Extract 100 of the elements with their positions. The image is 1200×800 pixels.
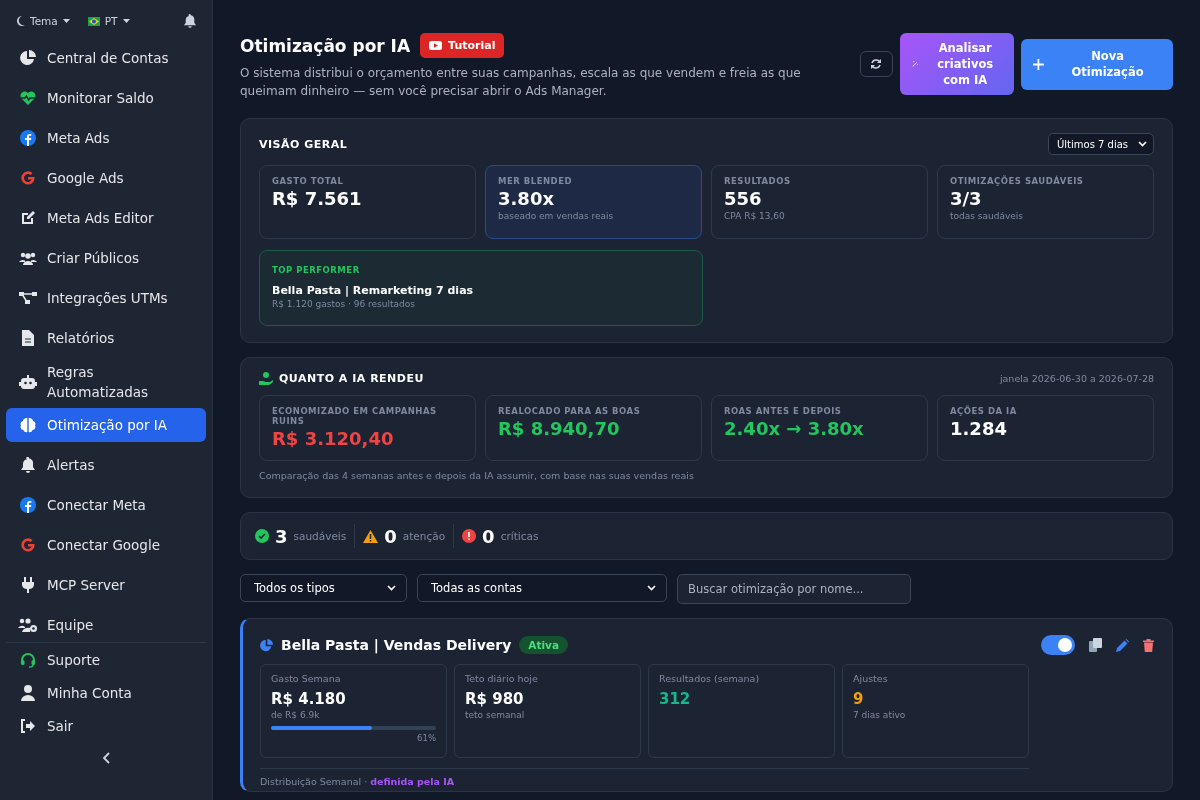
stat-label: GASTO TOTAL xyxy=(272,176,345,186)
metric-value: R$ 980 xyxy=(465,690,525,708)
language-dropdown[interactable]: PT xyxy=(87,15,130,27)
sidebar-item[interactable]: Meta Ads Editor xyxy=(6,198,206,238)
status-badge: Ativa xyxy=(519,636,568,654)
caret-icon xyxy=(62,19,70,23)
stat-value: 2.40x → 3.80x xyxy=(724,418,865,439)
metric-value: 312 xyxy=(659,690,692,708)
sidebar-item[interactable]: Conectar Google xyxy=(6,525,206,565)
stat-label: REALOCADO PARA AS BOAS xyxy=(498,406,642,416)
top-performer-label: TOP PERFORMER xyxy=(272,265,361,275)
sidebar-item[interactable]: Equipe xyxy=(6,605,206,645)
account-filter-select[interactable]: Todas as contas xyxy=(417,574,667,602)
refresh-icon xyxy=(870,58,883,70)
pie-chart-icon xyxy=(260,638,273,652)
theme-dropdown[interactable]: Tema xyxy=(16,15,70,27)
top-performer-name: Bella Pasta | Remarketing 7 dias xyxy=(272,284,475,297)
sidebar-item[interactable]: Regras Automatizadas xyxy=(6,358,206,406)
sidebar-item[interactable]: Central de Contas xyxy=(6,38,206,78)
sidebar-item[interactable]: Monitorar Saldo xyxy=(6,78,206,118)
metric-label: Gasto Semana xyxy=(271,673,342,684)
metric-label: Teto diário hoje xyxy=(465,673,539,684)
check-circle-icon xyxy=(255,529,269,543)
sidebar-item[interactable]: Otimização por IA xyxy=(6,408,206,442)
health-label: saudáveis xyxy=(293,530,347,542)
stat-label: OTIMIZAÇÕES SAUDÁVEIS xyxy=(950,176,1085,186)
health-label: críticas xyxy=(500,530,539,542)
stat-note: todas saudáveis xyxy=(950,211,1024,221)
plus-icon xyxy=(1033,58,1045,70)
sidebar-item[interactable]: Alertas xyxy=(6,445,206,485)
stat-value: 556 xyxy=(724,188,763,209)
error-circle-icon xyxy=(462,529,477,543)
stat-label: RESULTADOS xyxy=(724,176,792,186)
trash-icon[interactable] xyxy=(1143,638,1154,652)
stat-label: ROAS ANTES E DEPOIS xyxy=(724,406,843,416)
health-count: 0 xyxy=(384,525,397,547)
sidebar-item[interactable]: MCP Server xyxy=(6,565,206,605)
plug-icon xyxy=(22,577,34,593)
sidebar-item[interactable]: Relatórios xyxy=(6,318,206,358)
stat-value: R$ 3.120,40 xyxy=(272,428,395,449)
facebook-icon xyxy=(20,497,36,513)
robot-icon xyxy=(19,374,37,390)
document-icon xyxy=(22,330,34,346)
period-select[interactable]: Últimos 7 dias xyxy=(1048,133,1154,155)
section-title: VISÃO GERAL xyxy=(259,137,348,151)
search-field[interactable]: Buscar otimização por nome... xyxy=(677,574,911,604)
date-window: janela 2026-06-30 a 2026-07-28 xyxy=(999,373,1154,384)
pie-chart-icon xyxy=(20,50,36,66)
sidebar-item[interactable]: Criar Públicos xyxy=(6,238,206,278)
stat-label: ECONOMIZADO EM CAMPANHAS RUINS xyxy=(272,406,438,426)
sidebar-item[interactable]: Meta Ads xyxy=(6,118,206,158)
brain-icon xyxy=(19,417,37,433)
refresh-button[interactable] xyxy=(860,51,893,77)
page-description: O sistema distribui o orçamento entre suas campanhas, escala as que vendem e freia as que queimam dinheiro — sem você precisar abrir o Ads Manager. xyxy=(240,65,802,100)
moon-icon xyxy=(16,16,25,26)
notification-bell-icon[interactable] xyxy=(184,14,196,28)
campaign-name: Bella Pasta | Vendas Delivery xyxy=(281,637,512,653)
sidebar-item[interactable]: Suporte xyxy=(6,643,206,676)
sidebar-item[interactable]: Sair xyxy=(6,709,206,742)
section-title: QUANTO A IA RENDEU xyxy=(279,372,424,385)
metric-note: 7 dias ativo xyxy=(853,710,907,720)
stat-value: 3/3 xyxy=(950,188,983,209)
bell-icon xyxy=(21,457,35,473)
google-icon xyxy=(20,537,36,553)
distribution-note: definida pela IA xyxy=(370,776,455,787)
analyze-creatives-button[interactable]: Analisar criativos com IA xyxy=(899,33,1015,95)
headset-icon xyxy=(20,651,36,668)
stat-note: baseado em vendas reais xyxy=(498,211,615,221)
edit-pencil-icon[interactable] xyxy=(1116,638,1129,652)
collapse-icon[interactable] xyxy=(102,752,110,764)
sidebar-item[interactable]: Integrações UTMs xyxy=(6,278,206,318)
metric-label: Resultados (semana) xyxy=(659,673,761,684)
sidebar-item[interactable]: Google Ads xyxy=(6,158,206,198)
metric-note: de R$ 6.9k xyxy=(271,710,321,720)
health-label: atenção xyxy=(402,530,446,542)
metric-label: Ajustes xyxy=(853,673,889,684)
new-optimization-button[interactable]: Nova Otimização xyxy=(1021,38,1173,90)
video-play-icon xyxy=(429,41,443,50)
chevron-down-icon xyxy=(647,585,656,591)
stat-value: R$ 7.561 xyxy=(272,188,363,209)
google-icon xyxy=(20,170,36,186)
hand-coin-icon xyxy=(259,372,273,385)
caret-icon xyxy=(122,19,130,23)
sidebar-item[interactable]: Minha Conta xyxy=(6,676,206,709)
stat-value: 3.80x xyxy=(498,188,556,209)
comparison-note: Comparação das 4 semanas antes e depois da IA assumir, com base nas suas vendas reais xyxy=(259,470,695,481)
type-filter-select[interactable]: Todos os tipos xyxy=(240,574,407,602)
stat-label: MER BLENDED xyxy=(498,176,573,186)
chevron-down-icon xyxy=(1138,141,1147,147)
edit-icon xyxy=(20,210,36,226)
heart-pulse-icon xyxy=(20,91,36,105)
copy-icon[interactable] xyxy=(1089,638,1102,652)
user-icon xyxy=(21,684,35,701)
sidebar-item[interactable]: Conectar Meta xyxy=(6,485,206,525)
page-title: Otimização por IA xyxy=(240,35,411,56)
facebook-icon xyxy=(20,130,36,146)
tutorial-button[interactable]: Tutorial xyxy=(420,33,505,58)
warning-icon xyxy=(363,529,379,543)
health-count: 0 xyxy=(482,525,495,547)
toggle-switch[interactable] xyxy=(1041,635,1075,655)
